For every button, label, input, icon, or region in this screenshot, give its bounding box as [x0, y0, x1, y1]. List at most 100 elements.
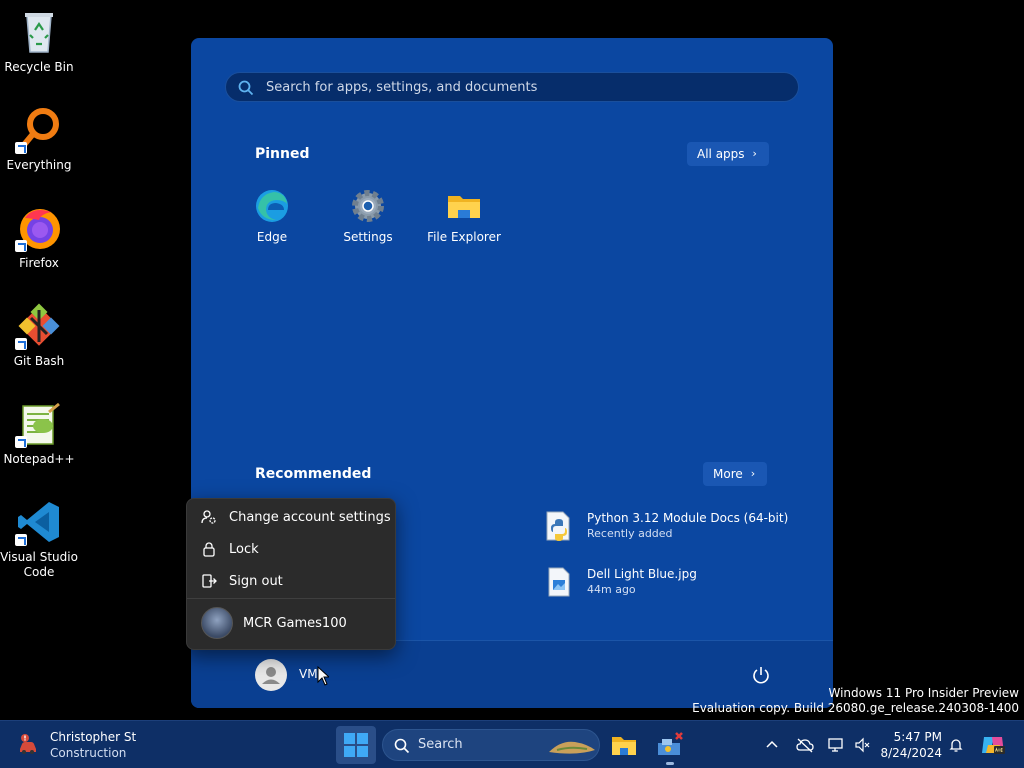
taskbar-app-tool[interactable] [652, 727, 688, 765]
user-name[interactable]: VM [299, 667, 318, 681]
recycle-bin-icon [15, 8, 63, 56]
recommended-item-name: Dell Light Blue.jpg [587, 567, 697, 581]
lock-item[interactable]: Lock [187, 534, 395, 564]
pinned-app-edge[interactable]: Edge [224, 188, 320, 244]
shortcut-arrow-icon [15, 534, 27, 546]
shortcut-arrow-icon [15, 240, 27, 252]
taskbar-search[interactable]: Search [382, 729, 600, 761]
more-button[interactable]: More › [703, 462, 768, 486]
desktop-icon-everything[interactable]: Everything [0, 106, 78, 173]
weather-subtitle: Construction [50, 746, 127, 760]
user-icon [262, 667, 280, 684]
vscode-icon [15, 498, 63, 546]
running-indicator [666, 762, 674, 765]
weather-title: Christopher St [50, 730, 137, 744]
traffic-alert-icon [20, 734, 36, 754]
pinned-app-file-explorer[interactable]: File Explorer [416, 188, 512, 244]
recommended-item-dell-light-blue[interactable]: Dell Light Blue.jpg 44m ago [543, 566, 697, 598]
change-account-settings-item[interactable]: Change account settings [187, 502, 395, 532]
desktop-icon-git-bash[interactable]: Git Bash [0, 302, 78, 369]
volume-muted-icon[interactable] [854, 737, 870, 753]
folder-icon [612, 737, 636, 755]
search-highlight-icon [549, 741, 595, 754]
watermark-line-2: Evaluation copy. Build 26080.ge_release.… [692, 701, 1019, 715]
recommended-item-python-docs[interactable]: Python 3.12 Module Docs (64-bit) Recentl… [543, 510, 788, 542]
windows-logo-icon [344, 733, 368, 757]
power-button[interactable] [751, 665, 771, 685]
fly-item-label: Lock [229, 541, 259, 557]
mouse-cursor-icon [317, 666, 329, 686]
pinned-heading: Pinned [255, 146, 310, 162]
shortcut-arrow-icon [15, 142, 27, 154]
edge-icon [254, 188, 290, 224]
sign-out-icon [201, 573, 217, 589]
all-apps-button[interactable]: All apps › [687, 142, 769, 166]
more-label: More [713, 467, 743, 481]
shortcut-arrow-icon [15, 436, 27, 448]
evaluation-watermark: Windows 11 Pro Insider Preview Evaluatio… [692, 686, 1019, 716]
everything-icon [15, 106, 63, 154]
desktop-icon-label: Notepad++ [3, 452, 75, 466]
other-user-avatar [201, 607, 233, 639]
network-icon[interactable] [828, 737, 846, 753]
desktop-icon-label: Recycle Bin [4, 60, 74, 74]
account-settings-icon [201, 509, 217, 525]
pinned-app-label: File Explorer [427, 230, 501, 244]
weather-widget[interactable]: Christopher St Construction [16, 729, 136, 761]
notification-bell-icon[interactable] [948, 737, 964, 753]
copilot-icon[interactable] [980, 733, 1006, 757]
desktop-icon-notepad-plus-plus[interactable]: Notepad++ [0, 400, 78, 467]
fly-item-label: Sign out [229, 573, 283, 589]
pinned-app-label: Settings [343, 230, 393, 244]
desktop-icon-label: Visual Studio Code [0, 550, 78, 579]
pinned-app-label: Edge [256, 230, 288, 244]
python-icon [543, 510, 575, 542]
taskbar-clock[interactable]: 5:47 PM 8/24/2024 [880, 729, 942, 761]
chevron-right-icon: › [752, 147, 757, 160]
chevron-up-icon[interactable] [764, 737, 780, 753]
desktop-icon-label: Git Bash [13, 354, 65, 368]
power-icon [753, 667, 769, 684]
desktop-icon-label: Everything [6, 158, 72, 172]
recommended-item-sub: 44m ago [587, 583, 636, 596]
desktop-icon-vscode[interactable]: Visual Studio Code [0, 498, 78, 580]
firefox-icon [15, 204, 63, 252]
recommended-item-sub: Recently added [587, 527, 673, 540]
flyout-divider [187, 598, 395, 599]
system-tray [764, 721, 870, 768]
start-search-box[interactable] [225, 72, 799, 102]
watermark-line-1: Windows 11 Pro Insider Preview [828, 686, 1019, 700]
taskbar: Christopher St Construction Search 5:47 … [0, 720, 1024, 768]
account-flyout: Change account settings Lock Sign out MC… [186, 498, 396, 650]
git-bash-icon [15, 302, 63, 350]
chevron-right-icon: › [750, 467, 756, 480]
search-icon [238, 80, 254, 96]
image-file-icon [543, 566, 575, 598]
sign-out-item[interactable]: Sign out [187, 566, 395, 596]
cloud-offline-icon[interactable] [796, 737, 814, 753]
desktop-icon-recycle-bin[interactable]: Recycle Bin [0, 8, 78, 75]
notepad-plus-plus-icon [15, 400, 63, 448]
clock-time: 5:47 PM [893, 730, 942, 744]
switch-user-item[interactable]: MCR Games100 [201, 607, 347, 639]
start-search-input[interactable] [266, 73, 786, 101]
gear-icon [350, 188, 386, 224]
folder-icon [446, 188, 482, 224]
taskbar-file-explorer[interactable] [606, 727, 642, 763]
taskbar-search-label: Search [418, 737, 463, 752]
desktop-icon-firefox[interactable]: Firefox [0, 204, 78, 271]
shortcut-arrow-icon [15, 338, 27, 350]
clock-date: 8/24/2024 [880, 746, 942, 760]
recommended-heading: Recommended [255, 466, 372, 482]
fly-item-label: Change account settings [229, 509, 391, 525]
lock-icon [201, 541, 217, 557]
other-user-name: MCR Games100 [243, 615, 347, 631]
recommended-item-name: Python 3.12 Module Docs (64-bit) [587, 511, 789, 525]
search-icon [394, 738, 410, 754]
all-apps-label: All apps [697, 147, 745, 161]
start-button[interactable] [336, 726, 376, 764]
tool-app-icon [658, 732, 683, 755]
pinned-app-settings[interactable]: Settings [320, 188, 416, 244]
desktop-icon-label: Firefox [19, 256, 59, 270]
user-avatar-button[interactable] [255, 659, 287, 691]
